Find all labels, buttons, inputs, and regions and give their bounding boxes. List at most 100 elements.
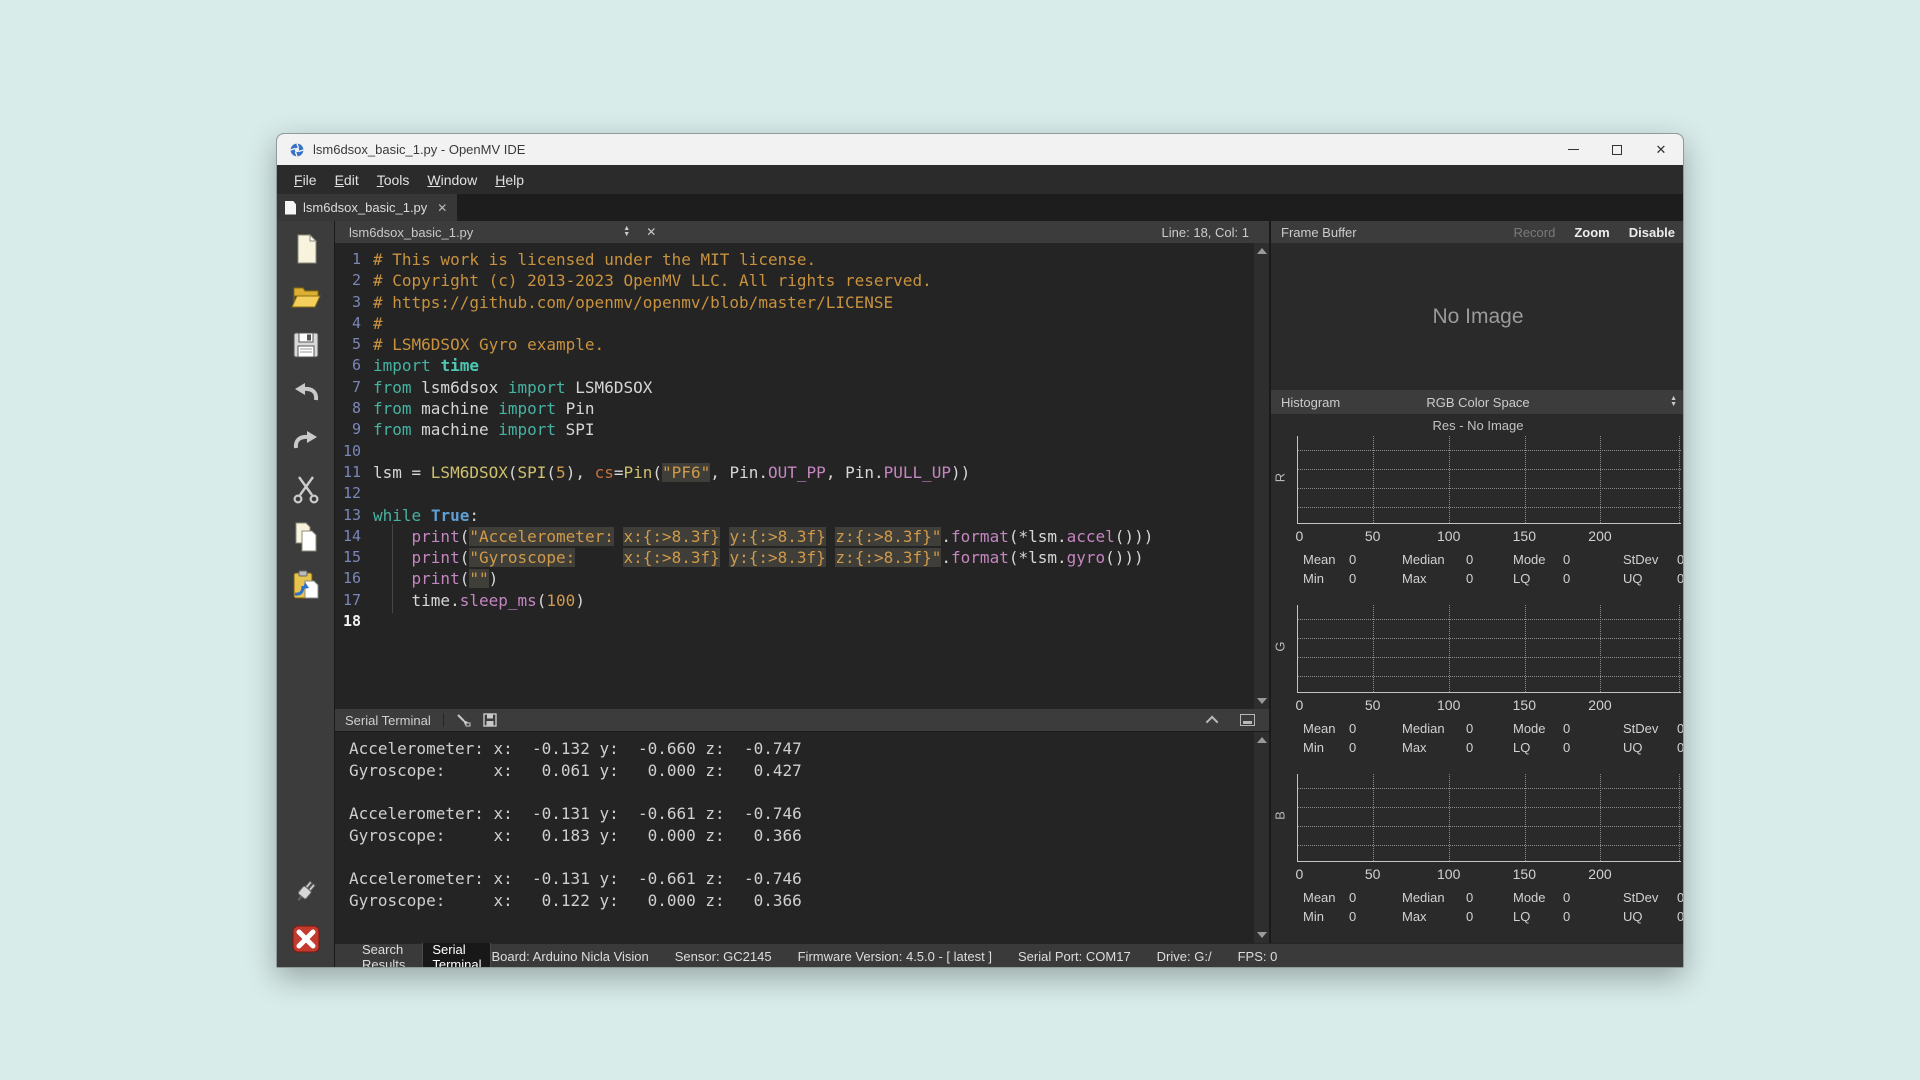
maximize-button[interactable] (1595, 134, 1639, 165)
line-number: 10 (342, 441, 361, 460)
open-folder-button[interactable] (286, 277, 326, 317)
line-number: 5 (351, 335, 361, 354)
histogram-plot (1297, 436, 1681, 524)
panel-icon[interactable] (1240, 714, 1255, 726)
close-button[interactable]: ✕ (1639, 134, 1683, 165)
collapse-up-icon[interactable] (1205, 715, 1219, 728)
undo-button[interactable] (286, 373, 326, 413)
disable-button[interactable]: Disable (1629, 225, 1675, 240)
line-number: 4 (351, 313, 361, 332)
menu-help[interactable]: Help (486, 169, 533, 191)
status-firmware-version: Firmware Version: 4.5.0 - [ latest ] (797, 949, 992, 964)
code-line: 14 print("Accelerometer: x:{:>8.3f} y:{:… (335, 523, 1269, 550)
save-button[interactable] (286, 325, 326, 365)
status-drive: Drive: G:/ (1156, 949, 1212, 964)
stat-min: Min 0 (1303, 740, 1357, 755)
stat-mode: Mode 0 (1513, 721, 1571, 736)
stat-min: Min 0 (1303, 571, 1357, 586)
stat-uq: UQ 0 (1623, 571, 1684, 586)
new-file-button[interactable] (286, 229, 326, 269)
serial-terminal-output[interactable]: Accelerometer: x: -0.132 y: -0.660 z: -0… (335, 731, 1269, 943)
stat-median: Median 0 (1402, 890, 1474, 905)
status-bar: Search Results Serial Terminal Board: Ard… (335, 937, 1683, 967)
code-text: from machine import Pin (373, 399, 595, 419)
menu-tools[interactable]: Tools (368, 169, 419, 191)
copy-button[interactable] (286, 517, 326, 557)
stat-lq: LQ 0 (1513, 740, 1571, 755)
close-icon: ✕ (1655, 141, 1667, 157)
code-text: # This work is licensed under the MIT li… (373, 250, 817, 269)
disconnect-button[interactable] (286, 919, 326, 959)
save-log-icon[interactable] (483, 713, 497, 727)
zoom-button[interactable]: Zoom (1574, 225, 1609, 240)
line-number: 3 (351, 292, 361, 311)
code-line: 8 from machine import Pin (335, 398, 1269, 419)
line-number: 14 (342, 526, 361, 545)
tab-close-icon[interactable]: ✕ (437, 201, 447, 215)
channel-label: B (1272, 811, 1288, 820)
line-number: 6 (351, 356, 361, 375)
paste-icon (293, 570, 318, 599)
editor-close-icon[interactable]: ✕ (646, 225, 656, 239)
maximize-icon (1612, 144, 1622, 155)
color-space-select[interactable]: RGB Color Space (1271, 395, 1683, 410)
title-bar[interactable]: lsm6dsox_basic_1.py - OpenMV IDE ✕ (277, 134, 1683, 165)
scroll-up-icon[interactable] (1257, 248, 1267, 254)
stat-max: Max 0 (1402, 571, 1474, 586)
stat-stdev: StDev 0 (1623, 721, 1684, 736)
line-number: 18 (342, 612, 361, 631)
channel-stats: Mean 0 Median 0 Mode 0 StDev 0 Min 0 Max 0 LQ 0 UQ 0 (1297, 890, 1683, 924)
record-button: Record (1513, 224, 1556, 240)
frame-buffer-header: Frame Buffer Record Zoom Disable (1271, 221, 1683, 243)
line-number: 15 (342, 548, 361, 567)
cut-icon (292, 476, 319, 504)
paste-button[interactable] (286, 565, 326, 605)
serial-terminal-header: Serial Terminal (335, 709, 1269, 731)
code-text: lsm = LSM6DSOX(SPI(5), cs=Pin("PF6", Pin… (373, 462, 971, 482)
file-selector-dropdown[interactable]: ▲ ▼ (623, 225, 630, 238)
code-editor[interactable]: 1 # This work is licensed under the MIT l… (335, 243, 1269, 709)
line-number: 16 (342, 569, 361, 588)
line-number: 13 (342, 505, 361, 524)
x-axis-ticks: 0 50 100 150 200 (1295, 697, 1612, 713)
clear-icon[interactable] (456, 713, 471, 727)
open-folder-icon (290, 287, 321, 308)
document-tab[interactable]: lsm6dsox_basic_1.py ✕ (277, 194, 458, 221)
menu-edit[interactable]: Edit (326, 169, 368, 191)
stat-lq: LQ 0 (1513, 909, 1571, 924)
terminal-text: Accelerometer: x: -0.132 y: -0.660 z: -0… (349, 739, 802, 910)
stat-mean: Mean 0 (1303, 552, 1357, 567)
cut-button[interactable] (286, 469, 326, 509)
status-sensor: Sensor: GC2145 (674, 949, 772, 964)
connect-button[interactable] (286, 871, 326, 911)
editor-column: lsm6dsox_basic_1.py ▲ ▼ ✕ Line: 18, Col: … (335, 221, 1269, 943)
stat-mean: Mean 0 (1303, 721, 1357, 736)
redo-button[interactable] (286, 421, 326, 461)
menu-window[interactable]: Window (418, 169, 486, 191)
code-line: 5 # LSM6DSOX Gyro example. (335, 334, 1269, 355)
terminal-scrollbar[interactable] (1254, 732, 1269, 943)
redo-icon (293, 431, 317, 449)
scroll-down-icon[interactable] (1257, 932, 1267, 938)
editor-filename: lsm6dsox_basic_1.py (349, 224, 474, 240)
channel-stats: Mean 0 Median 0 Mode 0 StDev 0 Min 0 Max 0 LQ 0 UQ 0 (1297, 721, 1684, 755)
menu-file[interactable]: File (285, 169, 326, 191)
code-line: 13 while True: (335, 505, 1269, 526)
code-text: import time (373, 356, 479, 376)
scroll-down-icon[interactable] (1257, 698, 1267, 704)
code-line: 12 (335, 483, 1269, 504)
minimize-button[interactable] (1551, 134, 1595, 165)
code-text: time.sleep_ms(100) (373, 587, 585, 614)
menu-bar: File Edit Tools Window Help (277, 165, 1683, 194)
line-number: 9 (351, 420, 361, 439)
file-icon (285, 200, 296, 215)
code-line: 15 print("Gyroscope: x:{:>8.3f} y:{:>8.3… (335, 545, 1269, 571)
channel-label: G (1272, 641, 1288, 652)
channel-label: R (1272, 472, 1288, 483)
scroll-up-icon[interactable] (1257, 737, 1267, 743)
code-line: 7 from lsm6dsox import LSM6DSOX (335, 377, 1269, 398)
undo-icon (294, 383, 318, 401)
channel-stats: Mean 0 Median 0 Mode 0 StDev 0 Min 0 Max 0 LQ 0 UQ 0 (1297, 552, 1684, 586)
code-text: from machine import SPI (373, 420, 595, 440)
editor-scrollbar[interactable] (1254, 243, 1269, 709)
